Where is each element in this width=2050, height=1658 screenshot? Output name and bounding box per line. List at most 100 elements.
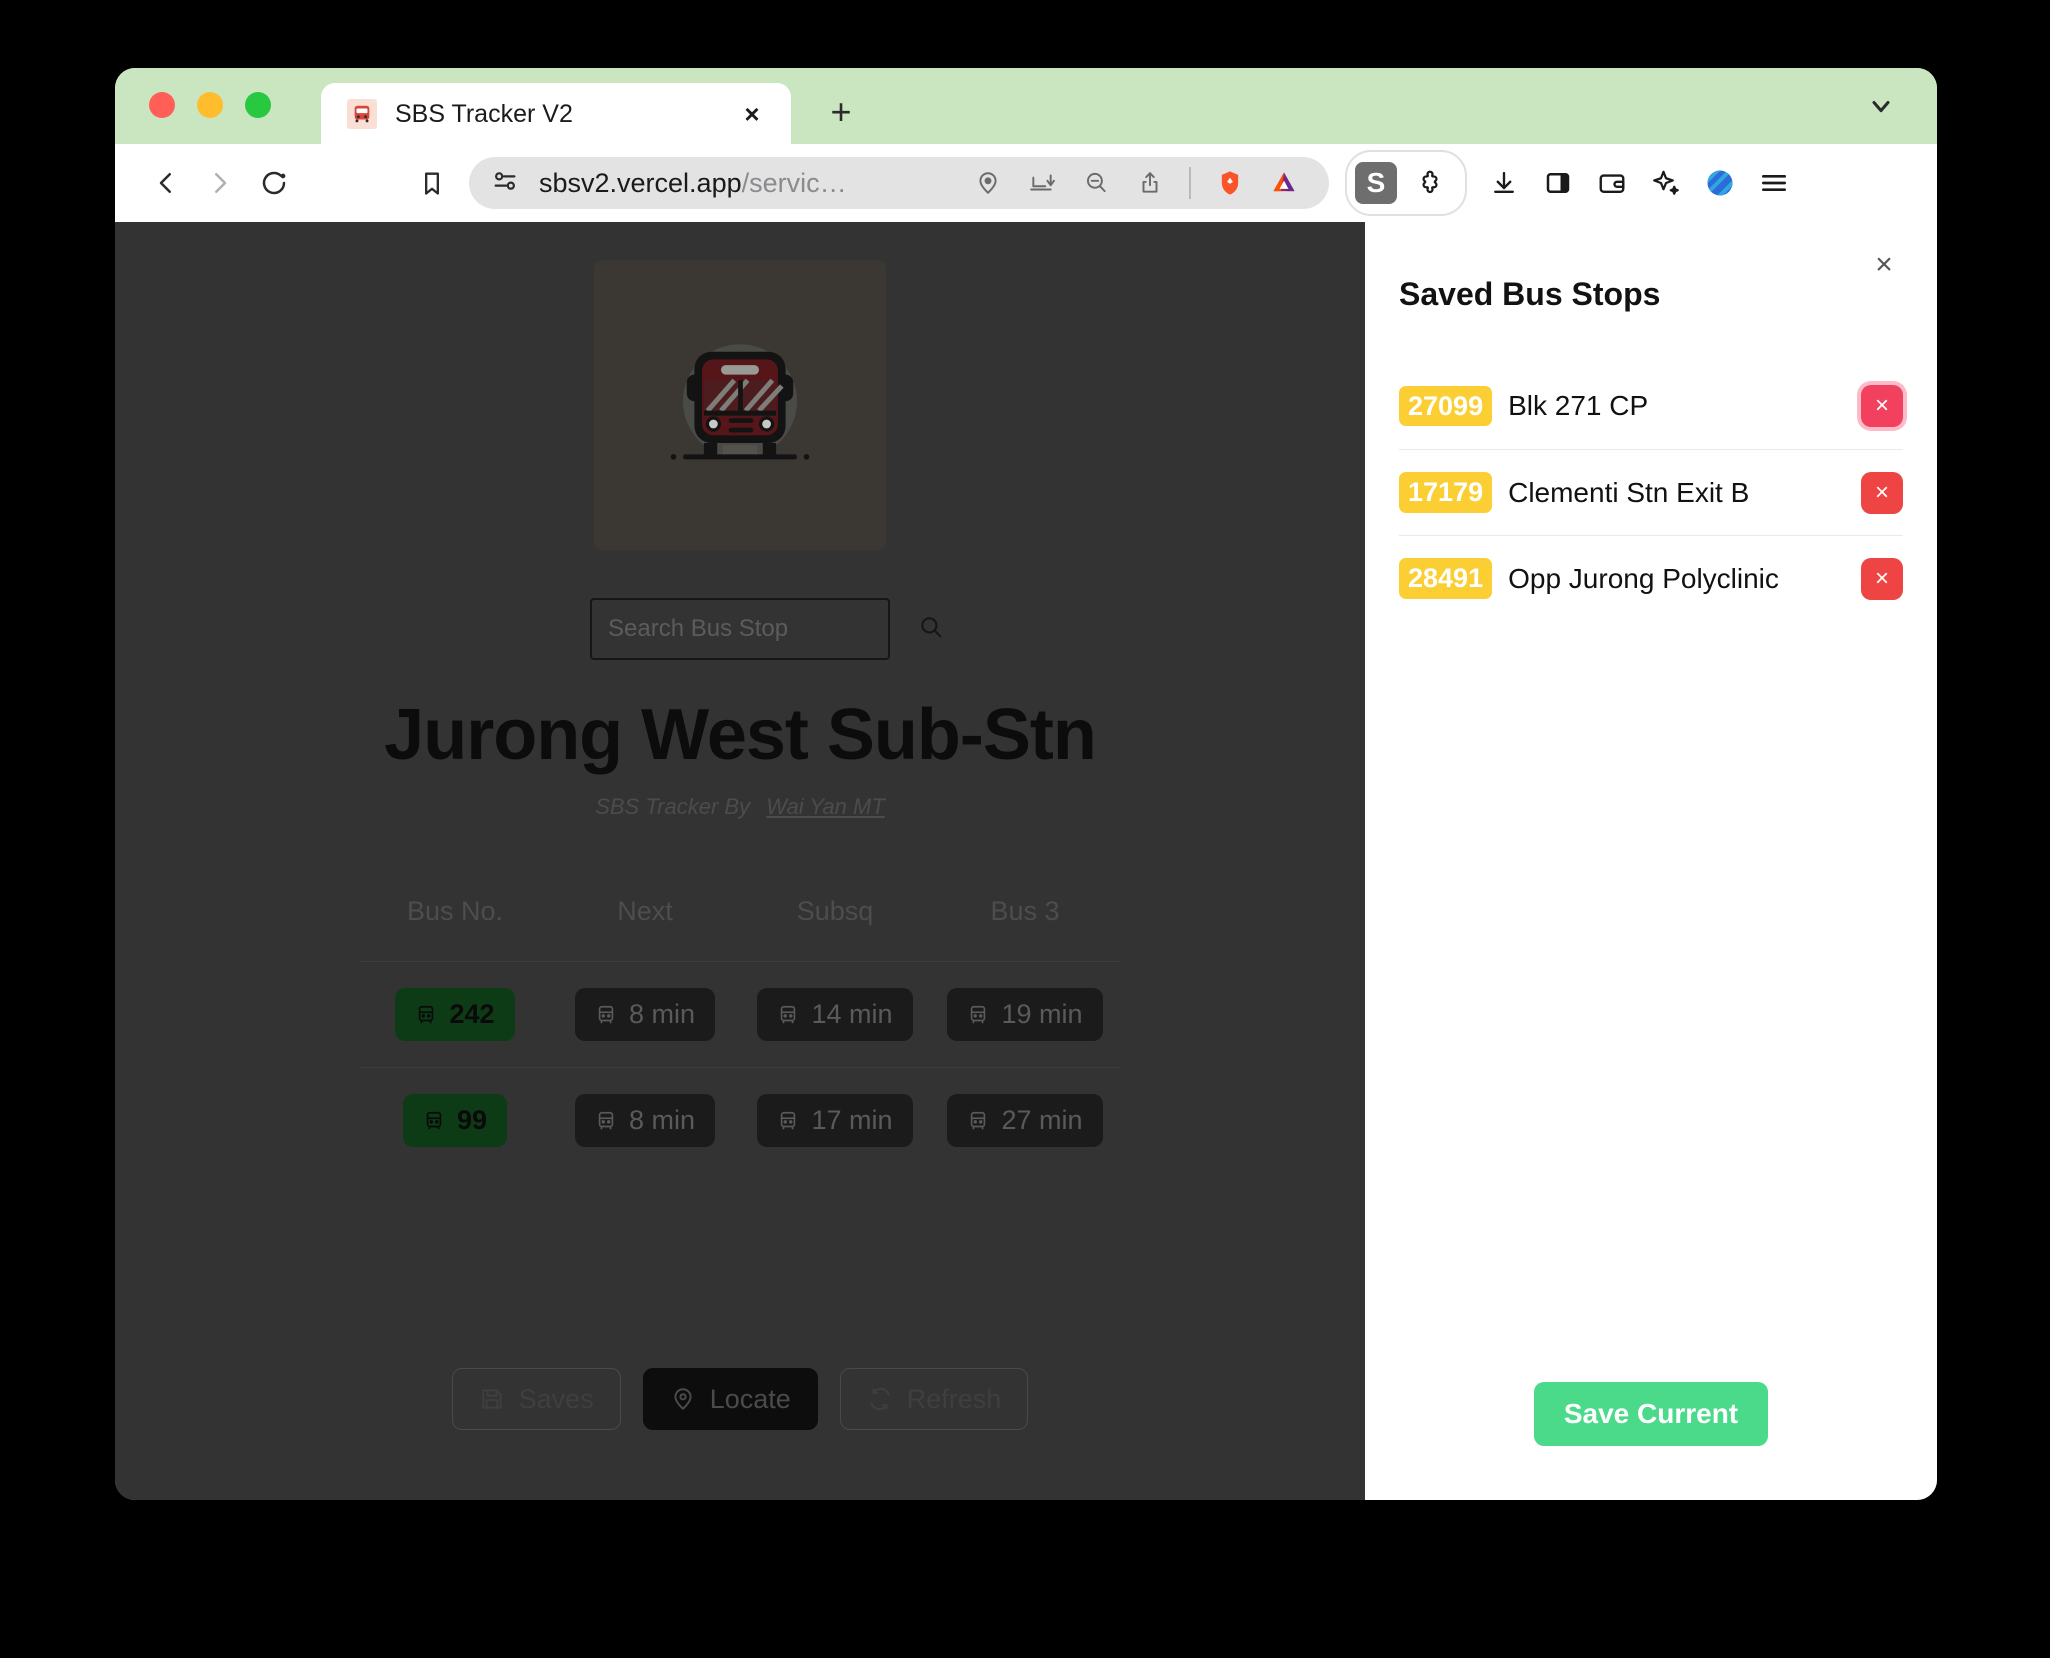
url-text: sbsv2.vercel.app/servic… — [539, 168, 961, 199]
stop-name-label: Opp Jurong Polyclinic — [1508, 562, 1779, 594]
url-host: sbsv2.vercel.app — [539, 167, 742, 198]
byline: SBS Tracker By Wai Yan MT — [595, 794, 885, 820]
bus-number-pill: 99 — [402, 1094, 508, 1147]
eta-pill-subsq: 17 min — [757, 1094, 913, 1147]
stop-name-label: Clementi Stn Exit B — [1508, 476, 1750, 508]
zoom-out-icon[interactable] — [1069, 156, 1123, 210]
table-header-row: Bus No. Next Subsq Bus 3 — [360, 896, 1120, 962]
close-icon[interactable]: × — [1865, 246, 1903, 284]
bus-number-label: 242 — [449, 999, 495, 1029]
extension-s-icon[interactable]: S — [1355, 162, 1397, 204]
extensions-puzzle-icon[interactable] — [1403, 156, 1457, 210]
panel-footer: Save Current — [1399, 1382, 1903, 1446]
eta-pill-next: 8 min — [574, 1094, 716, 1147]
bat-rewards-icon[interactable] — [1257, 156, 1311, 210]
author-link[interactable]: Wai Yan MT — [766, 794, 885, 819]
browser-toolbar: sbsv2.vercel.app/servic… S — [115, 144, 1937, 222]
maximize-window-button[interactable] — [245, 92, 271, 118]
cell-bus-no: 99 — [360, 1067, 550, 1173]
chevron-down-icon[interactable] — [1861, 86, 1901, 126]
floppy-disk-icon — [482, 1389, 502, 1409]
browser-tab[interactable]: SBS Tracker V2 × — [321, 83, 791, 145]
panel-title: Saved Bus Stops — [1399, 276, 1661, 312]
tab-title: SBS Tracker V2 — [395, 99, 573, 128]
cell-next: 8 min — [550, 1067, 740, 1173]
saved-stops-list: 27099 Blk 271 CP × 17179 Clementi Stn Ex… — [1399, 363, 1903, 621]
minimize-window-button[interactable] — [197, 92, 223, 118]
back-icon[interactable] — [139, 156, 193, 210]
refresh-icon — [870, 1387, 890, 1411]
share-icon[interactable] — [1123, 156, 1177, 210]
search-bus-stop-box[interactable] — [590, 598, 942, 660]
close-window-button[interactable] — [149, 92, 175, 118]
tab-close-icon[interactable]: × — [735, 97, 769, 131]
column-header-subsq: Subsq — [796, 896, 874, 926]
cell-bus3: 27 min — [930, 1067, 1120, 1173]
browser-window: SBS Tracker V2 × + sbsv2.vercel.app/serv… — [115, 68, 1937, 1500]
delete-stop-button[interactable]: × — [1861, 471, 1903, 514]
locate-button[interactable]: Locate — [642, 1368, 818, 1430]
eta-pill-next: 8 min — [574, 988, 716, 1041]
column-header-bus3: Bus 3 — [990, 896, 1060, 926]
cell-subsq: 17 min — [740, 1067, 930, 1173]
table-row: 242 8 min 14 min 19 min — [360, 961, 1120, 1068]
wallet-icon[interactable] — [1585, 156, 1639, 210]
refresh-button[interactable]: Refresh — [839, 1368, 1029, 1430]
sidebar-toggle-icon[interactable] — [1531, 156, 1585, 210]
new-tab-button[interactable]: + — [819, 90, 863, 134]
leo-ai-icon[interactable] — [1639, 156, 1693, 210]
bus-number-label: 99 — [456, 1105, 488, 1135]
saves-button[interactable]: Saves — [451, 1368, 621, 1430]
forward-icon[interactable] — [193, 156, 247, 210]
location-pin-icon[interactable] — [961, 156, 1015, 210]
eta-pill-bus3: 27 min — [947, 1094, 1103, 1147]
cell-subsq: 14 min — [740, 961, 930, 1068]
search-input[interactable] — [608, 615, 918, 643]
column-header-next: Next — [617, 896, 673, 926]
bus-number-pill: 242 — [395, 988, 515, 1041]
bus-arrivals-table: Bus No. Next Subsq Bus 3 242 8 min 14 mi… — [360, 896, 1120, 1173]
url-path: /servic… — [741, 167, 847, 198]
reload-icon[interactable] — [247, 156, 301, 210]
bookmark-icon[interactable] — [405, 156, 459, 210]
eta-pill-bus3: 19 min — [947, 988, 1103, 1041]
delete-stop-button[interactable]: × — [1861, 557, 1903, 600]
cell-bus3: 19 min — [930, 961, 1120, 1068]
list-item[interactable]: 17179 Clementi Stn Exit B × — [1399, 449, 1903, 535]
site-settings-icon[interactable] — [491, 167, 519, 200]
page-action-bar: Saves Locate Refresh — [115, 1368, 1365, 1430]
stop-code-badge: 17179 — [1399, 472, 1493, 513]
eta-label: 27 min — [1001, 1105, 1083, 1135]
search-icon[interactable] — [918, 614, 944, 645]
extensions-group: S — [1345, 150, 1467, 216]
web-page: Jurong West Sub-Stn SBS Tracker By Wai Y… — [115, 222, 1365, 1500]
location-pin-icon — [674, 1388, 692, 1411]
stop-code-badge: 28491 — [1399, 558, 1493, 599]
eta-label: 19 min — [1001, 999, 1083, 1029]
eta-pill-subsq: 14 min — [757, 988, 913, 1041]
list-item[interactable]: 27099 Blk 271 CP × — [1399, 363, 1903, 449]
list-item[interactable]: 28491 Opp Jurong Polyclinic × — [1399, 535, 1903, 621]
address-bar[interactable]: sbsv2.vercel.app/servic… — [469, 157, 1329, 209]
divider — [1189, 167, 1191, 199]
tab-strip: SBS Tracker V2 × + — [115, 68, 1937, 145]
bus-favicon-icon — [347, 99, 377, 129]
downloads-icon[interactable] — [1477, 156, 1531, 210]
stop-code-badge: 27099 — [1399, 385, 1493, 427]
window-traffic-lights — [149, 92, 271, 144]
eta-label: 17 min — [811, 1105, 893, 1135]
delete-stop-button[interactable]: × — [1861, 385, 1903, 427]
saved-bus-stops-panel: × Saved Bus Stops 27099 Blk 271 CP × 171… — [1365, 222, 1937, 1500]
brave-shields-icon[interactable] — [1203, 156, 1257, 210]
save-current-button[interactable]: Save Current — [1533, 1382, 1769, 1446]
save-page-icon[interactable] — [1015, 156, 1069, 210]
stop-name-label: Blk 271 CP — [1508, 390, 1649, 421]
cell-bus-no: 242 — [360, 961, 550, 1068]
hamburger-menu-icon[interactable] — [1747, 156, 1801, 210]
eta-label: 8 min — [628, 999, 696, 1029]
byline-prefix: SBS Tracker By — [595, 794, 751, 819]
bus-logo-icon — [594, 260, 886, 550]
sync-logo-icon[interactable] — [1693, 156, 1747, 210]
cell-next: 8 min — [550, 961, 740, 1068]
eta-label: 14 min — [811, 999, 893, 1029]
